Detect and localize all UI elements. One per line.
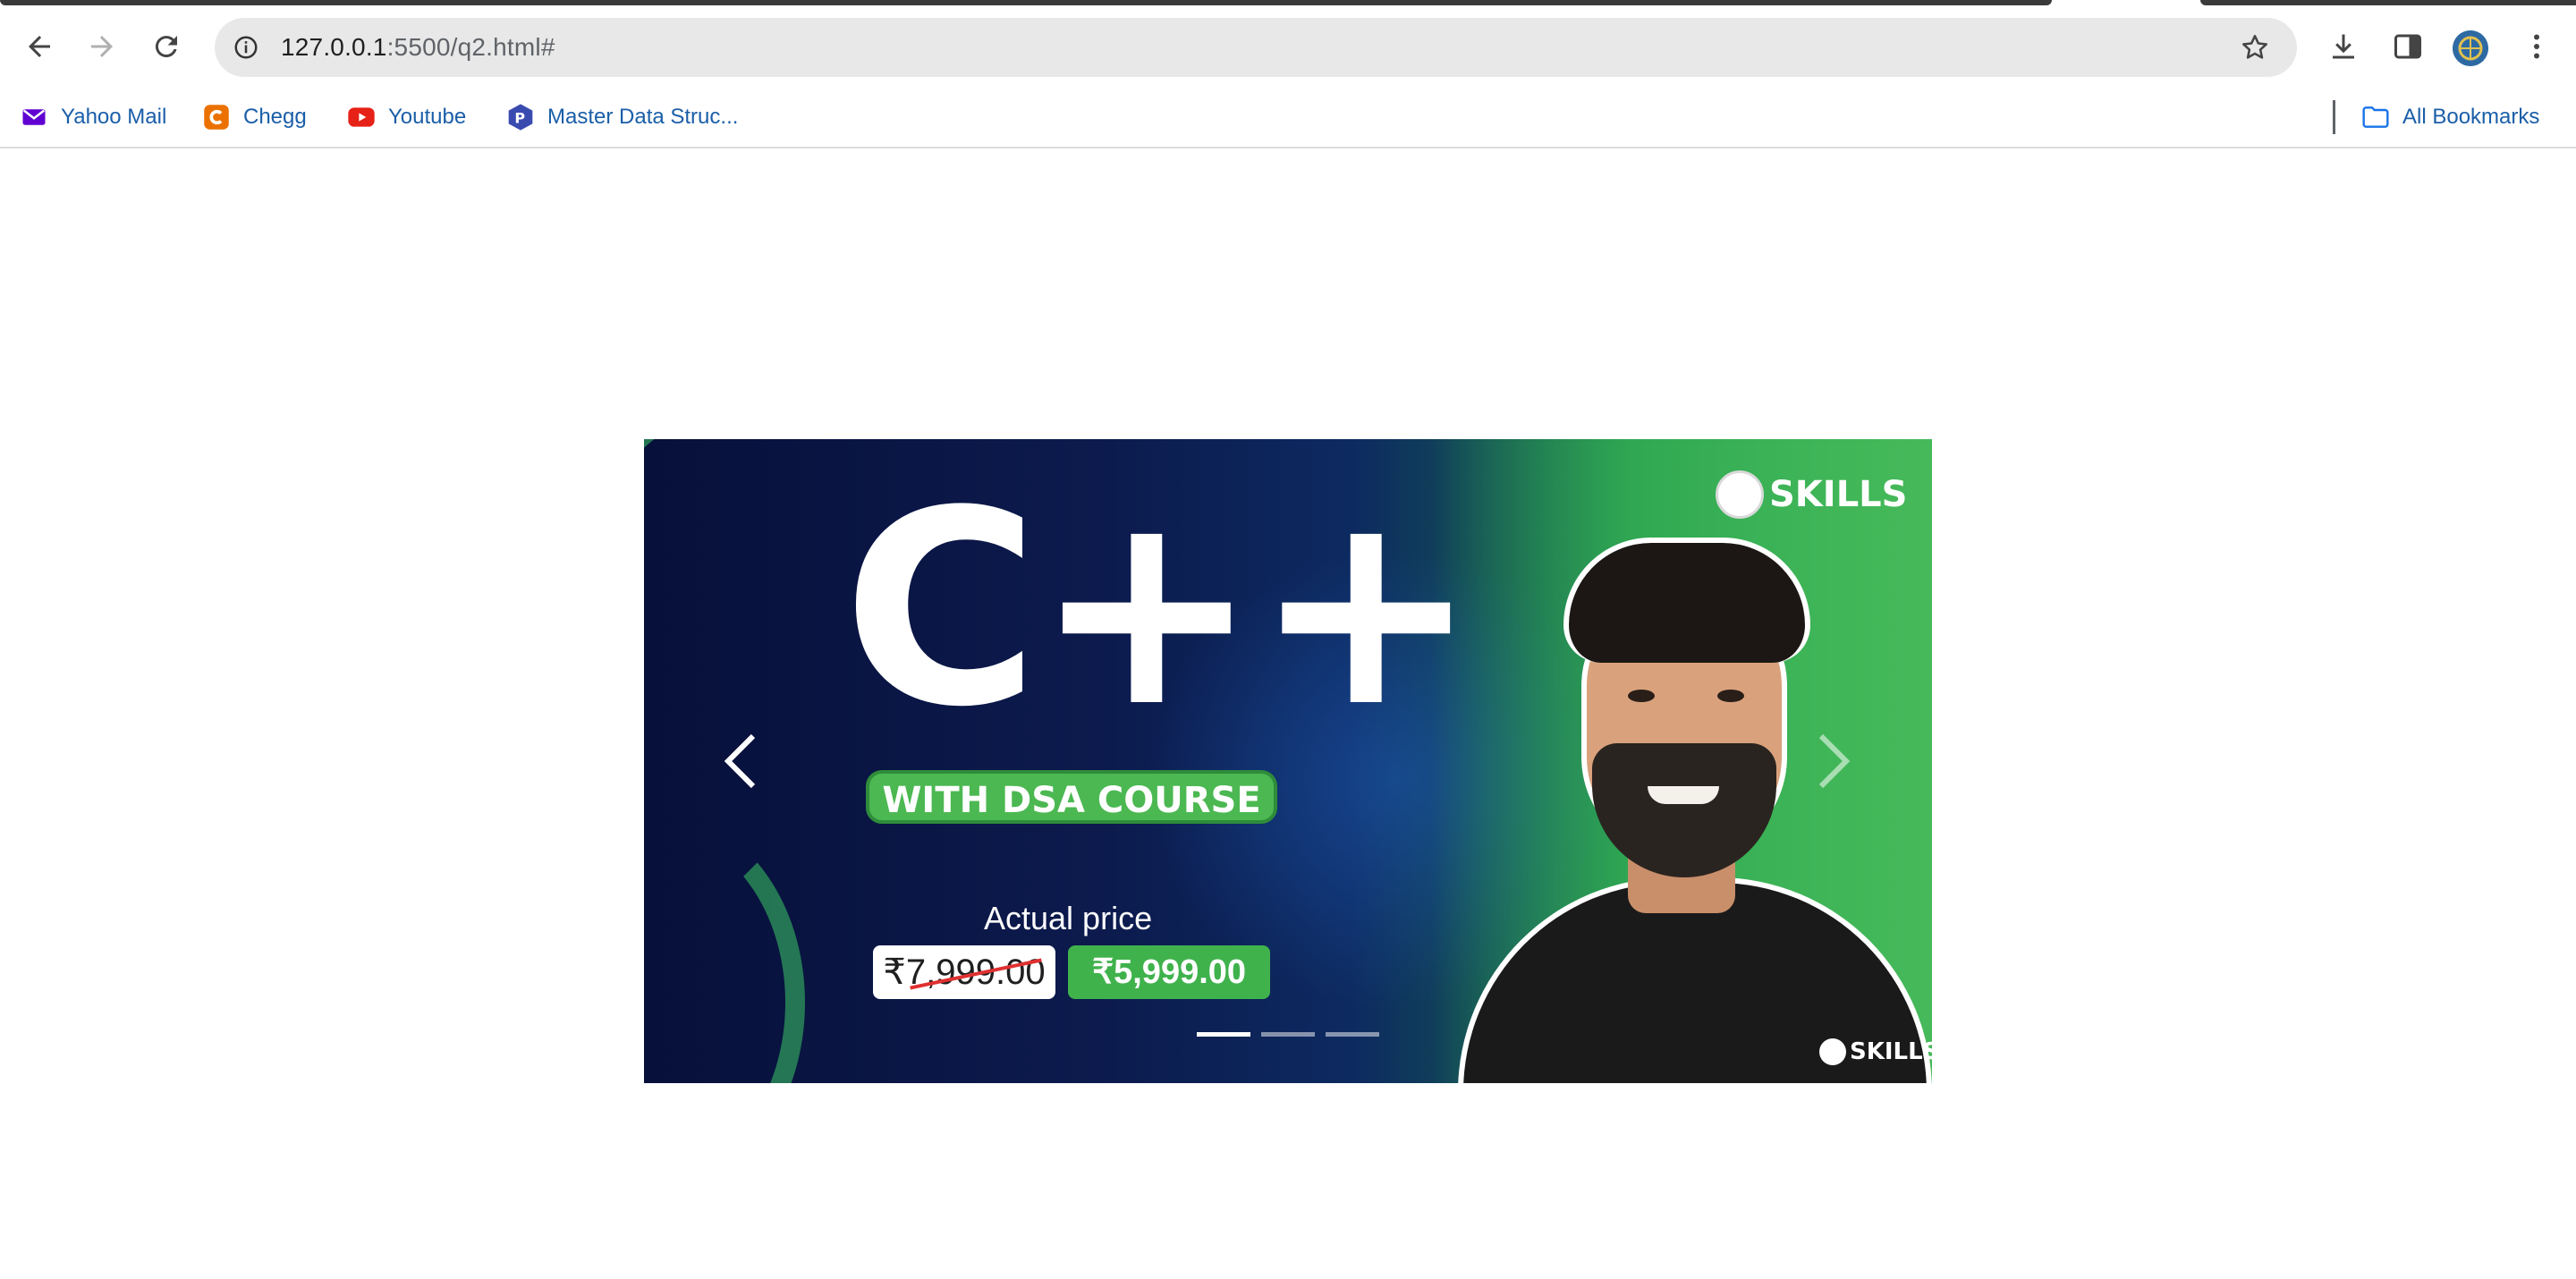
presenter-eye-left xyxy=(1628,690,1655,702)
download-icon[interactable] xyxy=(2318,21,2368,72)
forward-arrow-icon xyxy=(91,36,113,57)
indicator-slide-3[interactable] xyxy=(1326,1032,1379,1037)
indicator-slide-2[interactable] xyxy=(1261,1032,1315,1037)
mail-icon xyxy=(20,103,48,131)
all-bookmarks-label: All Bookmarks xyxy=(2402,105,2540,129)
course-carousel[interactable]: C++ WITH DSA COURSE Actual price ₹7,999.… xyxy=(644,439,1932,1083)
site-info-icon[interactable] xyxy=(229,30,263,64)
reload-button[interactable] xyxy=(140,20,193,73)
bookmarks-bar: Yahoo Mail Chegg Youtube P Master Data S… xyxy=(0,88,2576,148)
presenter-beard xyxy=(1592,743,1776,877)
back-button[interactable] xyxy=(13,20,66,73)
bookmark-chegg[interactable]: Chegg xyxy=(202,88,307,147)
brand-name: SKILLS xyxy=(1769,474,1908,515)
all-bookmarks-button[interactable]: All Bookmarks xyxy=(2361,88,2539,147)
url-host: 127.0.0.1 xyxy=(281,33,387,61)
folder-icon xyxy=(2361,103,2390,131)
pw-logo-small-icon xyxy=(1819,1038,1846,1065)
new-price-tag: ₹5,999.00 xyxy=(1068,945,1270,999)
address-bar[interactable]: 127.0.0.1:5500/q2.html# xyxy=(215,18,2297,77)
presenter-eye-right xyxy=(1717,690,1744,702)
chevron-right-icon xyxy=(1818,733,1851,789)
youtube-icon xyxy=(347,103,376,131)
old-price-tag: ₹7,999.00 xyxy=(873,945,1055,999)
presenter-photo xyxy=(1449,538,1932,1083)
url-path: :5500/q2.html# xyxy=(386,33,555,61)
presenter-smile xyxy=(1648,786,1719,804)
forward-button[interactable] xyxy=(75,20,129,73)
green-swoosh-bottom xyxy=(644,815,805,1083)
profile-avatar[interactable] xyxy=(2453,30,2488,66)
presenter-hair xyxy=(1563,538,1810,663)
chevron-left-icon xyxy=(724,733,756,789)
shirt-brand-name: SKILLS xyxy=(1850,1038,1932,1065)
svg-text:P: P xyxy=(514,110,525,127)
bookmark-star-icon[interactable] xyxy=(2236,29,2274,66)
bookmark-label: Chegg xyxy=(243,105,307,129)
bookmark-master-data-structures[interactable]: P Master Data Struc... xyxy=(506,88,738,147)
chegg-icon xyxy=(202,103,231,131)
url-text[interactable]: 127.0.0.1:5500/q2.html# xyxy=(281,18,555,77)
course-headline: C++ xyxy=(843,453,1479,766)
actual-price-label: Actual price xyxy=(984,900,1153,936)
side-panel-icon[interactable] xyxy=(2383,21,2433,72)
carousel-next-button[interactable] xyxy=(1798,716,1869,806)
bookmark-label: Master Data Struc... xyxy=(547,105,739,129)
indicator-slide-1[interactable] xyxy=(1197,1032,1250,1037)
carousel-prev-button[interactable] xyxy=(705,716,776,806)
gfg-icon: P xyxy=(506,103,535,131)
menu-kebab-icon[interactable] xyxy=(2512,21,2562,72)
pw-logo-icon xyxy=(1716,470,1764,519)
carousel-indicators xyxy=(1197,1032,1379,1037)
old-price-value: ₹7,999.00 xyxy=(883,953,1046,992)
back-arrow-icon xyxy=(29,36,50,57)
course-label-pill: WITH DSA COURSE xyxy=(866,770,1277,824)
bookmark-yahoo-mail[interactable]: Yahoo Mail xyxy=(20,88,166,147)
bookmarks-divider xyxy=(2333,100,2335,134)
browser-toolbar: 127.0.0.1:5500/q2.html# xyxy=(0,5,2576,88)
bookmark-youtube[interactable]: Youtube xyxy=(347,88,466,147)
bookmark-label: Yahoo Mail xyxy=(61,105,167,129)
shirt-brand-logo: SKILLS xyxy=(1819,1038,1932,1065)
reload-icon xyxy=(155,36,177,58)
brand-logo: SKILLS xyxy=(1716,466,1907,523)
bookmark-label: Youtube xyxy=(388,105,467,129)
